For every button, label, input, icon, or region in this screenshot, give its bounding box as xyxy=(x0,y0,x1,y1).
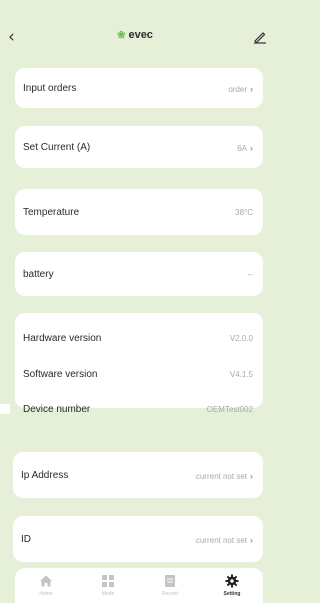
tab-setting[interactable]: Setting xyxy=(212,574,252,597)
ip-address-label: Ip Address xyxy=(21,469,69,481)
software-version-row: Software version V4.1.5 xyxy=(23,367,253,381)
ip-address-value: current not set xyxy=(195,472,247,481)
set-current-value: 6A xyxy=(237,144,247,153)
temperature-row: Temperature 38°C xyxy=(15,189,263,235)
brand-mark-icon: ❀ xyxy=(117,30,126,41)
tab-home-label: Home xyxy=(39,591,53,597)
hardware-version-row: Hardware version V2.0.0 xyxy=(23,331,253,345)
tab-mode-label: Mode xyxy=(101,591,115,597)
input-orders-value: order xyxy=(228,85,247,94)
device-number-label: Device number xyxy=(23,403,91,415)
ip-address-value-group: current not set › xyxy=(196,466,253,484)
pencil-icon[interactable] xyxy=(253,30,267,44)
input-orders-value-group: order › xyxy=(228,79,253,97)
hardware-version-value: V2.0.0 xyxy=(229,333,253,343)
id-value-group: current not set › xyxy=(196,530,253,548)
chevron-right-icon: › xyxy=(250,84,253,94)
ip-address-row[interactable]: Ip Address current not set › xyxy=(13,452,263,498)
temperature-label: Temperature xyxy=(23,206,80,218)
battery-label: battery xyxy=(23,268,54,280)
divider-notch xyxy=(0,404,10,414)
id-label: ID xyxy=(21,533,31,545)
chevron-right-icon: › xyxy=(250,471,253,481)
tab-home[interactable]: Home xyxy=(26,574,66,597)
software-version-value: V4.1.5 xyxy=(229,369,253,379)
software-version-label: Software version xyxy=(23,368,98,380)
tab-setting-label: Setting xyxy=(223,591,241,597)
temperature-value: 38°C xyxy=(235,207,253,217)
id-value: current not set xyxy=(195,536,247,545)
home-icon xyxy=(40,575,52,587)
chevron-right-icon: › xyxy=(250,143,253,153)
set-current-value-group: 6A › xyxy=(237,138,253,156)
header-bar: ‹ ❀ evec xyxy=(0,22,270,52)
chevron-right-icon: › xyxy=(250,535,253,545)
set-current-row[interactable]: Set Current (A) 6A › xyxy=(15,126,263,168)
id-row[interactable]: ID current not set › xyxy=(13,516,263,562)
brand-logo: ❀ evec xyxy=(0,29,270,41)
tab-record[interactable]: Record xyxy=(150,574,190,597)
document-icon xyxy=(165,575,175,587)
device-number-value: OEMTest002 xyxy=(206,404,253,414)
battery-value: -- xyxy=(247,269,253,279)
input-orders-label: Input orders xyxy=(23,82,77,94)
hardware-version-label: Hardware version xyxy=(23,332,102,344)
set-current-label: Set Current (A) xyxy=(23,141,91,153)
battery-row: battery -- xyxy=(15,252,263,296)
brand-name: evec xyxy=(128,29,153,41)
grid-icon xyxy=(102,575,114,587)
input-orders-row[interactable]: Input orders order › xyxy=(15,68,263,108)
tab-mode[interactable]: Mode xyxy=(88,574,128,597)
device-number-row: Device number OEMTest002 xyxy=(23,402,253,416)
tab-record-label: Record xyxy=(161,591,179,597)
device-info-card: Hardware version V2.0.0 Software version… xyxy=(15,313,263,415)
gear-icon xyxy=(225,574,239,588)
bottom-tab-bar: Home Mode Record Setting xyxy=(15,568,263,603)
